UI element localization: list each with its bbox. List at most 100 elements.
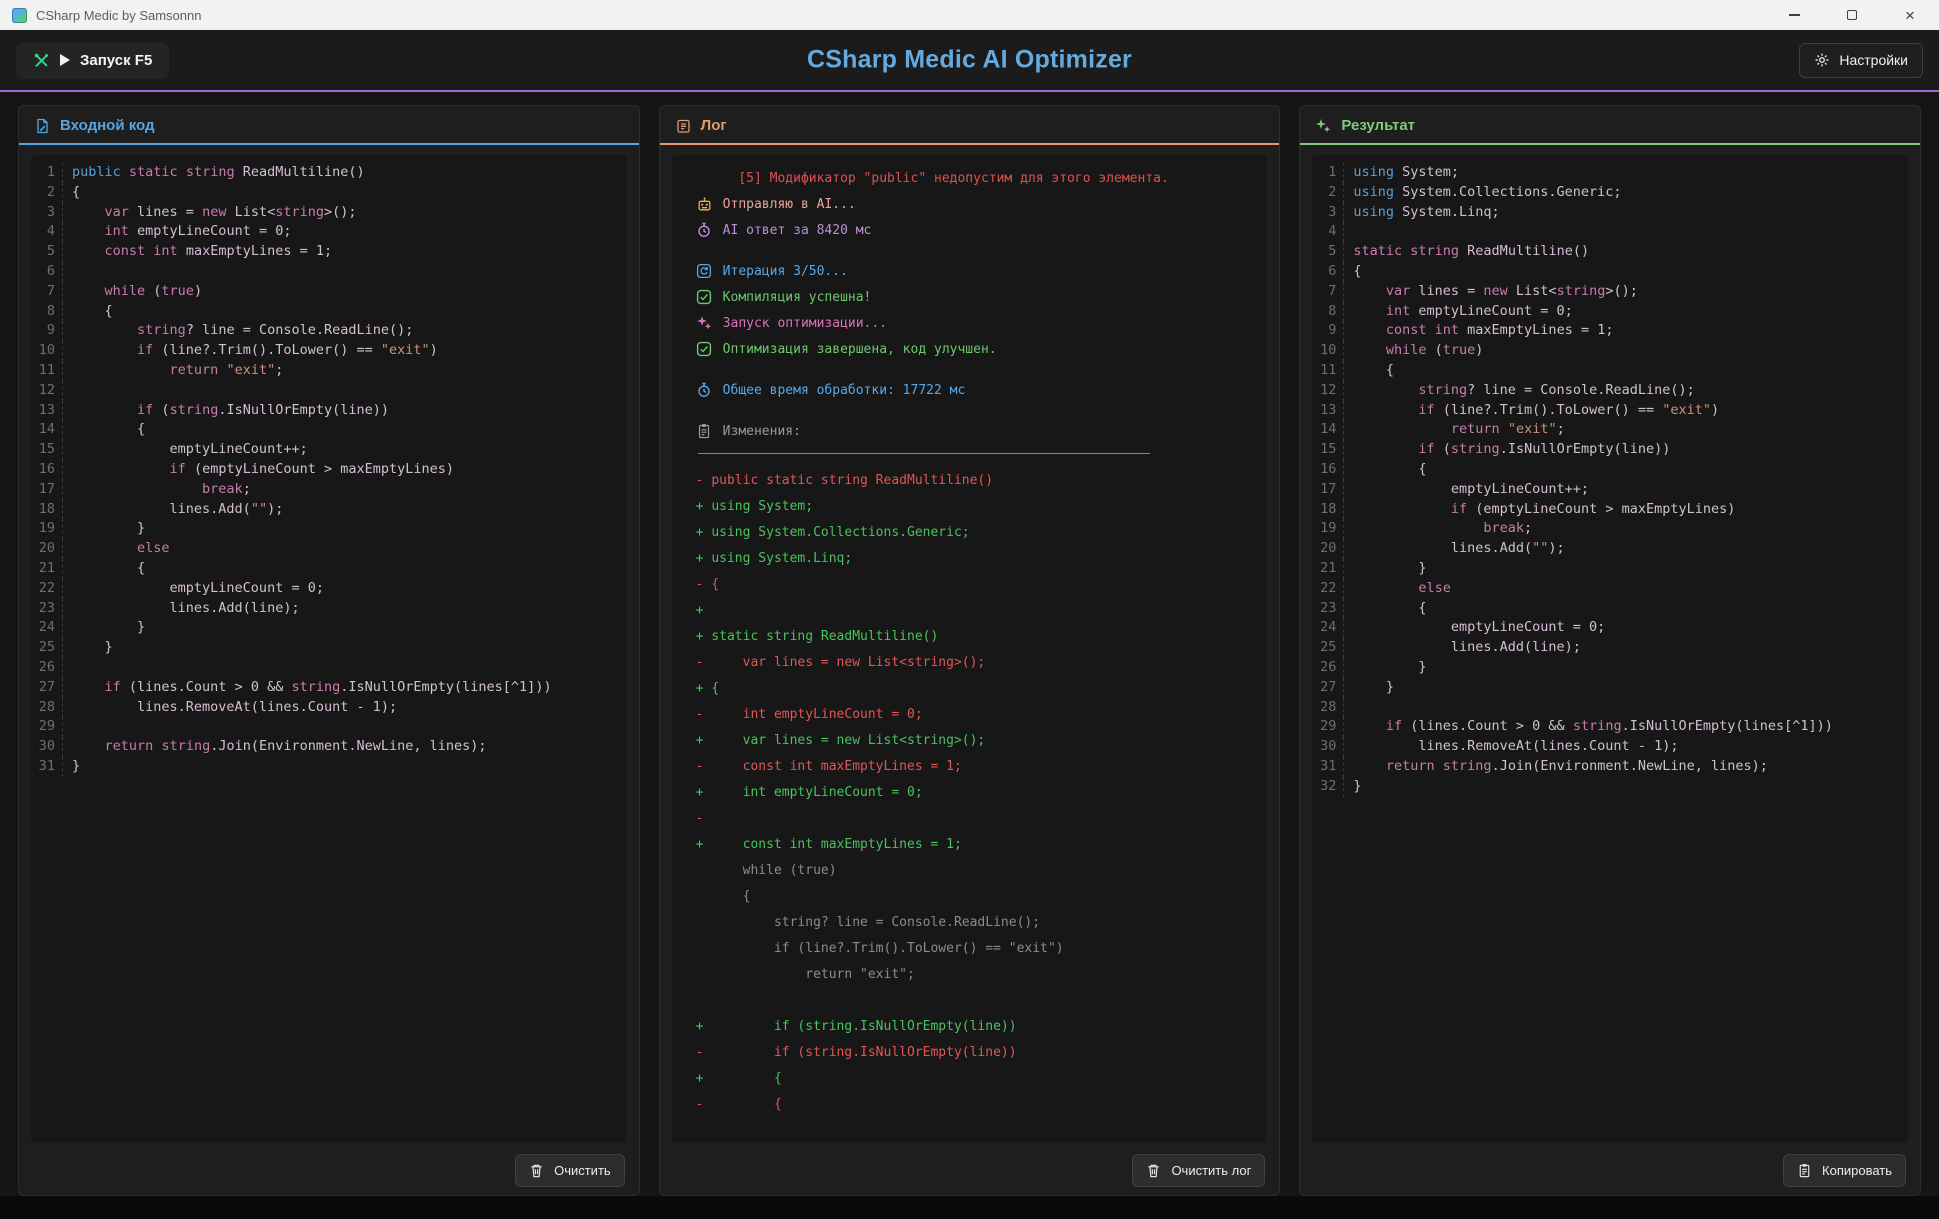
line-number: 7 [1312, 282, 1344, 302]
code-line: 27 if (lines.Count > 0 && string.IsNullO… [31, 678, 627, 698]
main-area: Входной код 1public static string ReadMu… [0, 92, 1939, 1196]
settings-button[interactable]: Настройки [1799, 43, 1923, 78]
sparkle-icon [696, 315, 713, 332]
run-button[interactable]: Запуск F5 [16, 42, 169, 79]
gear-icon [1814, 52, 1831, 69]
input-code-editor[interactable]: 1public static string ReadMultiline()2{ 3… [31, 155, 627, 1143]
clear-log-button[interactable]: Очистить лог [1132, 1154, 1265, 1187]
line-number: 8 [1312, 302, 1344, 322]
line-number: 30 [1312, 737, 1344, 757]
code-line: 1public static string ReadMultiline() [31, 163, 627, 183]
log-entry-sparkle: Запуск оптимизации... [680, 310, 1260, 336]
diff-line-ctx: string? line = Console.ReadLine(); [680, 909, 1260, 935]
play-icon [60, 54, 70, 66]
window-title: CSharp Medic by Samsonnn [36, 8, 201, 23]
success-icon [696, 341, 713, 358]
line-number: 23 [31, 599, 63, 619]
log-panel-footer: Очистить лог [660, 1145, 1280, 1195]
minimize-icon [1789, 14, 1800, 16]
line-number: 4 [31, 222, 63, 242]
diff-line-del: - { [680, 571, 1260, 597]
diff-line-ctx: while (true) [680, 857, 1260, 883]
log-entry-success: Оптимизация завершена, код улучшен. [680, 336, 1260, 362]
line-number: 27 [1312, 678, 1344, 698]
log-entry-robot: Отправляю в AI... [680, 191, 1260, 217]
minimize-button[interactable] [1765, 0, 1823, 30]
code-line: 13 if (line?.Trim().ToLower() == "exit") [1312, 401, 1908, 421]
line-number: 20 [1312, 539, 1344, 559]
line-number: 23 [1312, 599, 1344, 619]
code-line: 31 return string.Join(Environment.NewLin… [1312, 757, 1908, 777]
code-line: 29 [31, 717, 627, 737]
code-line: 6 [31, 262, 627, 282]
line-number: 1 [31, 163, 63, 183]
code-line: 2{ [31, 183, 627, 203]
code-line: 5 const int maxEmptyLines = 1; [31, 242, 627, 262]
maximize-icon [1847, 10, 1857, 20]
code-line: 5static string ReadMultiline() [1312, 242, 1908, 262]
code-line: 12 string? line = Console.ReadLine(); [1312, 381, 1908, 401]
diff-line-del: - [680, 805, 1260, 831]
code-line: 7 var lines = new List<string>(); [1312, 282, 1908, 302]
result-code-view[interactable]: 1using System;2using System.Collections.… [1312, 155, 1908, 1143]
clear-input-button[interactable]: Очистить [515, 1154, 625, 1187]
document-edit-icon [34, 117, 51, 134]
diff-line-ctx: { [680, 883, 1260, 909]
code-line: 32} [1312, 777, 1908, 797]
line-number: 18 [31, 500, 63, 520]
line-number: 13 [31, 401, 63, 421]
log-spacer [680, 243, 1260, 258]
robot-icon [696, 196, 713, 213]
code-line: 4 int emptyLineCount = 0; [31, 222, 627, 242]
code-line: 28 [1312, 698, 1908, 718]
code-line: 9 const int maxEmptyLines = 1; [1312, 321, 1908, 341]
diff-line-add: + static string ReadMultiline() [680, 623, 1260, 649]
log-entry-time: Общее время обработки: 17722 мс [680, 377, 1260, 403]
trash-icon [529, 1162, 546, 1179]
code-line: 7 while (true) [31, 282, 627, 302]
close-icon: × [1905, 7, 1915, 24]
diff-line-add: + { [680, 1065, 1260, 1091]
code-line: 24 emptyLineCount = 0; [1312, 618, 1908, 638]
copy-result-button[interactable]: Копировать [1783, 1154, 1906, 1187]
line-number: 5 [1312, 242, 1344, 262]
code-line: 4 [1312, 222, 1908, 242]
line-number: 29 [1312, 717, 1344, 737]
close-button[interactable]: × [1881, 0, 1939, 30]
line-number: 17 [1312, 480, 1344, 500]
line-number: 24 [1312, 618, 1344, 638]
code-line: 22 else [1312, 579, 1908, 599]
line-number: 9 [31, 321, 63, 341]
log-entry-success: Компиляция успешна! [680, 284, 1260, 310]
line-number: 14 [31, 420, 63, 440]
code-line: 3using System.Linq; [1312, 203, 1908, 223]
scroll-icon [675, 117, 692, 134]
line-number: 19 [1312, 519, 1344, 539]
line-number: 31 [1312, 757, 1344, 777]
code-line: 30 return string.Join(Environment.NewLin… [31, 737, 627, 757]
diff-line-add: + using System.Collections.Generic; [680, 519, 1260, 545]
diff-line-add: + const int maxEmptyLines = 1; [680, 831, 1260, 857]
line-number: 27 [31, 678, 63, 698]
diff-line-add: + using System.Linq; [680, 545, 1260, 571]
diff-line-add: + { [680, 675, 1260, 701]
log-output[interactable]: [5] Модификатор "public" недопустим для … [672, 155, 1268, 1143]
maximize-button[interactable] [1823, 0, 1881, 30]
result-panel-title: Результат [1341, 117, 1415, 134]
code-line: 17 break; [31, 480, 627, 500]
code-line: 30 lines.RemoveAt(lines.Count - 1); [1312, 737, 1908, 757]
line-number: 28 [1312, 698, 1344, 718]
line-number: 12 [31, 381, 63, 401]
window-bottom-strip [0, 1196, 1939, 1219]
line-number: 10 [1312, 341, 1344, 361]
line-number: 11 [31, 361, 63, 381]
diff-line-ctx: return "exit"; [680, 961, 1260, 987]
log-divider [698, 453, 1150, 454]
diff-line-del: - if (string.IsNullOrEmpty(line)) [680, 1039, 1260, 1065]
app-window-icon [12, 8, 27, 23]
diff-line-del: - var lines = new List<string>(); [680, 649, 1260, 675]
code-line: 21 { [31, 559, 627, 579]
line-number: 22 [31, 579, 63, 599]
line-number: 6 [31, 262, 63, 282]
result-panel-header: Результат [1300, 106, 1920, 145]
